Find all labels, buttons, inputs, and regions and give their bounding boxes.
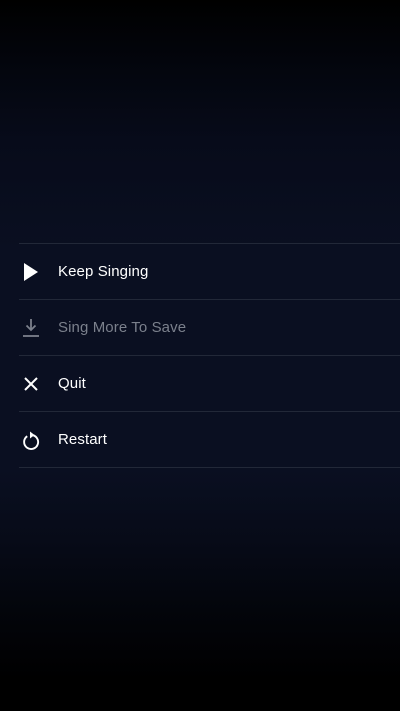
keep-singing-label: Keep Singing <box>58 263 149 280</box>
sing-more-to-save-label: Sing More To Save <box>58 319 187 336</box>
close-icon <box>22 374 40 394</box>
restart-button[interactable]: Restart <box>19 412 400 468</box>
quit-label: Quit <box>58 375 86 392</box>
download-icon <box>22 318 40 338</box>
pause-menu: Keep Singing Sing More To Save Quit Rest… <box>19 243 400 468</box>
keep-singing-button[interactable]: Keep Singing <box>19 244 400 300</box>
sing-more-to-save-button[interactable]: Sing More To Save <box>19 300 400 356</box>
quit-button[interactable]: Quit <box>19 356 400 412</box>
play-icon <box>22 262 40 282</box>
pause-menu-screen: Keep Singing Sing More To Save Quit Rest… <box>0 0 400 711</box>
restart-icon <box>22 430 40 450</box>
restart-label: Restart <box>58 431 108 448</box>
